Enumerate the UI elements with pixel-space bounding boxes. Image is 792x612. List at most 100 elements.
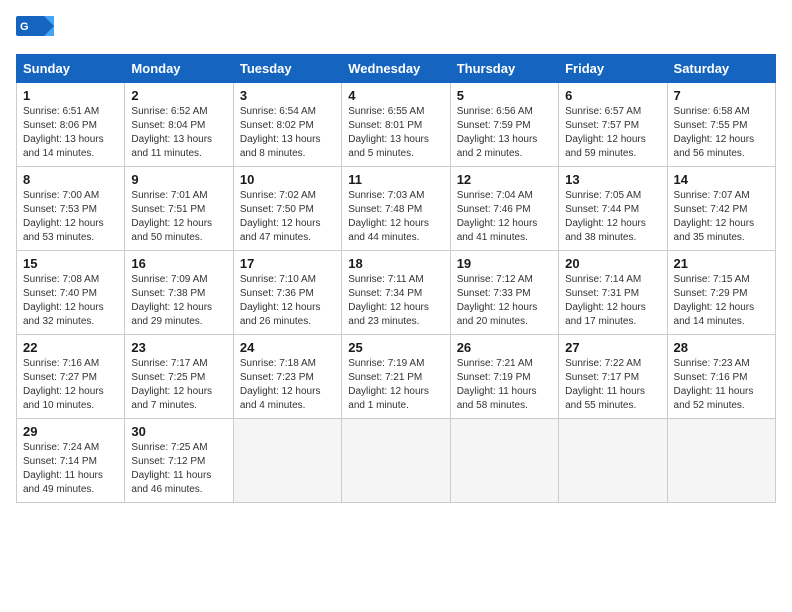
calendar-cell: 7 Sunrise: 6:58 AM Sunset: 7:55 PM Daylig… <box>667 83 775 167</box>
day-number: 11 <box>348 172 443 187</box>
calendar-cell: 18Sunrise: 7:11 AM Sunset: 7:34 PM Dayli… <box>342 251 450 335</box>
logo-icon: G <box>16 16 54 46</box>
svg-text:G: G <box>20 21 29 33</box>
day-number: 21 <box>674 256 769 271</box>
calendar-cell: 14 Sunrise: 7:07 AM Sunset: 7:42 PM Dayli… <box>667 167 775 251</box>
day-number: 20 <box>565 256 660 271</box>
day-number: 1 <box>23 88 118 103</box>
calendar-cell: 23 Sunrise: 7:17 AM Sunset: 7:25 PM Dayli… <box>125 335 233 419</box>
day-info: Sunrise: 7:17 AM Sunset: 7:25 PM Dayligh… <box>131 357 226 413</box>
calendar-cell: 22 Sunrise: 7:16 AM Sunset: 7:27 PM Dayli… <box>17 335 125 419</box>
day-number: 25 <box>348 340 443 355</box>
day-number: 4 <box>348 88 443 103</box>
day-info: Sunrise: 7:19 AM Sunset: 7:21 PM Dayligh… <box>348 357 443 413</box>
calendar-cell: 26 Sunrise: 7:21 AM Sunset: 7:19 PM Dayli… <box>450 335 558 419</box>
calendar-week-row: 29 Sunrise: 7:24 AM Sunset: 7:14 PM Dayli… <box>17 419 776 503</box>
day-number: 9 <box>131 172 226 187</box>
day-info: Sunrise: 7:12 AM Sunset: 7:33 PM Dayligh… <box>457 273 552 329</box>
day-number: 12 <box>457 172 552 187</box>
day-info: Sunrise: 7:15 AM Sunset: 7:29 PM Dayligh… <box>674 273 769 329</box>
day-number: 6 <box>565 88 660 103</box>
weekday-header-saturday: Saturday <box>667 55 775 83</box>
weekday-header-friday: Friday <box>559 55 667 83</box>
weekday-header-wednesday: Wednesday <box>342 55 450 83</box>
day-number: 24 <box>240 340 335 355</box>
day-info: Sunrise: 7:22 AM Sunset: 7:17 PM Dayligh… <box>565 357 660 413</box>
day-info: Sunrise: 7:14 AM Sunset: 7:31 PM Dayligh… <box>565 273 660 329</box>
calendar-cell: 9 Sunrise: 7:01 AM Sunset: 7:51 PM Daylig… <box>125 167 233 251</box>
calendar-cell: 25 Sunrise: 7:19 AM Sunset: 7:21 PM Dayli… <box>342 335 450 419</box>
day-number: 2 <box>131 88 226 103</box>
page-header: G <box>16 16 776 46</box>
calendar-cell: 6Sunrise: 6:57 AM Sunset: 7:57 PM Daylig… <box>559 83 667 167</box>
calendar-cell: 27 Sunrise: 7:22 AM Sunset: 7:17 PM Dayli… <box>559 335 667 419</box>
calendar-week-row: 1 Sunrise: 6:51 AM Sunset: 8:06 PM Daylig… <box>17 83 776 167</box>
day-number: 28 <box>674 340 769 355</box>
day-info: Sunrise: 6:54 AM Sunset: 8:02 PM Dayligh… <box>240 105 335 161</box>
calendar-cell: 15Sunrise: 7:08 AM Sunset: 7:40 PM Dayli… <box>17 251 125 335</box>
calendar-cell: 8Sunrise: 7:00 AM Sunset: 7:53 PM Daylig… <box>17 167 125 251</box>
calendar-cell <box>450 419 558 503</box>
calendar-cell: 10 Sunrise: 7:02 AM Sunset: 7:50 PM Dayli… <box>233 167 341 251</box>
weekday-header-sunday: Sunday <box>17 55 125 83</box>
day-number: 22 <box>23 340 118 355</box>
day-info: Sunrise: 7:07 AM Sunset: 7:42 PM Dayligh… <box>674 189 769 245</box>
day-info: Sunrise: 7:00 AM Sunset: 7:53 PM Dayligh… <box>23 189 118 245</box>
weekday-header-row: SundayMondayTuesdayWednesdayThursdayFrid… <box>17 55 776 83</box>
day-number: 29 <box>23 424 118 439</box>
day-info: Sunrise: 6:51 AM Sunset: 8:06 PM Dayligh… <box>23 105 118 161</box>
calendar-cell <box>233 419 341 503</box>
day-number: 7 <box>674 88 769 103</box>
day-info: Sunrise: 7:25 AM Sunset: 7:12 PM Dayligh… <box>131 441 226 497</box>
day-info: Sunrise: 7:04 AM Sunset: 7:46 PM Dayligh… <box>457 189 552 245</box>
day-info: Sunrise: 7:05 AM Sunset: 7:44 PM Dayligh… <box>565 189 660 245</box>
calendar-week-row: 8Sunrise: 7:00 AM Sunset: 7:53 PM Daylig… <box>17 167 776 251</box>
day-info: Sunrise: 7:11 AM Sunset: 7:34 PM Dayligh… <box>348 273 443 329</box>
calendar-cell: 11 Sunrise: 7:03 AM Sunset: 7:48 PM Dayli… <box>342 167 450 251</box>
calendar-cell: 16 Sunrise: 7:09 AM Sunset: 7:38 PM Dayli… <box>125 251 233 335</box>
day-number: 19 <box>457 256 552 271</box>
day-number: 15 <box>23 256 118 271</box>
day-info: Sunrise: 7:09 AM Sunset: 7:38 PM Dayligh… <box>131 273 226 329</box>
day-info: Sunrise: 6:56 AM Sunset: 7:59 PM Dayligh… <box>457 105 552 161</box>
day-number: 16 <box>131 256 226 271</box>
day-info: Sunrise: 7:02 AM Sunset: 7:50 PM Dayligh… <box>240 189 335 245</box>
weekday-header-tuesday: Tuesday <box>233 55 341 83</box>
day-info: Sunrise: 7:23 AM Sunset: 7:16 PM Dayligh… <box>674 357 769 413</box>
day-number: 30 <box>131 424 226 439</box>
calendar-cell: 19 Sunrise: 7:12 AM Sunset: 7:33 PM Dayli… <box>450 251 558 335</box>
day-info: Sunrise: 7:16 AM Sunset: 7:27 PM Dayligh… <box>23 357 118 413</box>
calendar-cell: 13 Sunrise: 7:05 AM Sunset: 7:44 PM Dayli… <box>559 167 667 251</box>
day-info: Sunrise: 7:24 AM Sunset: 7:14 PM Dayligh… <box>23 441 118 497</box>
day-number: 5 <box>457 88 552 103</box>
calendar-cell <box>559 419 667 503</box>
day-info: Sunrise: 7:18 AM Sunset: 7:23 PM Dayligh… <box>240 357 335 413</box>
calendar-cell: 4Sunrise: 6:55 AM Sunset: 8:01 PM Daylig… <box>342 83 450 167</box>
calendar-cell: 5 Sunrise: 6:56 AM Sunset: 7:59 PM Daylig… <box>450 83 558 167</box>
calendar-cell: 1 Sunrise: 6:51 AM Sunset: 8:06 PM Daylig… <box>17 83 125 167</box>
day-number: 14 <box>674 172 769 187</box>
weekday-header-monday: Monday <box>125 55 233 83</box>
day-number: 26 <box>457 340 552 355</box>
calendar-cell: 24 Sunrise: 7:18 AM Sunset: 7:23 PM Dayli… <box>233 335 341 419</box>
day-info: Sunrise: 7:10 AM Sunset: 7:36 PM Dayligh… <box>240 273 335 329</box>
calendar-cell: 28 Sunrise: 7:23 AM Sunset: 7:16 PM Dayli… <box>667 335 775 419</box>
calendar-cell: 17Sunrise: 7:10 AM Sunset: 7:36 PM Dayli… <box>233 251 341 335</box>
logo: G <box>16 16 58 46</box>
calendar-week-row: 22 Sunrise: 7:16 AM Sunset: 7:27 PM Dayli… <box>17 335 776 419</box>
day-number: 3 <box>240 88 335 103</box>
day-info: Sunrise: 7:21 AM Sunset: 7:19 PM Dayligh… <box>457 357 552 413</box>
calendar-table: SundayMondayTuesdayWednesdayThursdayFrid… <box>16 54 776 503</box>
weekday-header-thursday: Thursday <box>450 55 558 83</box>
day-info: Sunrise: 7:03 AM Sunset: 7:48 PM Dayligh… <box>348 189 443 245</box>
day-info: Sunrise: 6:58 AM Sunset: 7:55 PM Dayligh… <box>674 105 769 161</box>
calendar-cell: 12 Sunrise: 7:04 AM Sunset: 7:46 PM Dayli… <box>450 167 558 251</box>
day-info: Sunrise: 7:01 AM Sunset: 7:51 PM Dayligh… <box>131 189 226 245</box>
calendar-cell: 3 Sunrise: 6:54 AM Sunset: 8:02 PM Daylig… <box>233 83 341 167</box>
calendar-week-row: 15Sunrise: 7:08 AM Sunset: 7:40 PM Dayli… <box>17 251 776 335</box>
calendar-cell: 2Sunrise: 6:52 AM Sunset: 8:04 PM Daylig… <box>125 83 233 167</box>
day-number: 23 <box>131 340 226 355</box>
day-number: 10 <box>240 172 335 187</box>
day-number: 27 <box>565 340 660 355</box>
day-number: 13 <box>565 172 660 187</box>
